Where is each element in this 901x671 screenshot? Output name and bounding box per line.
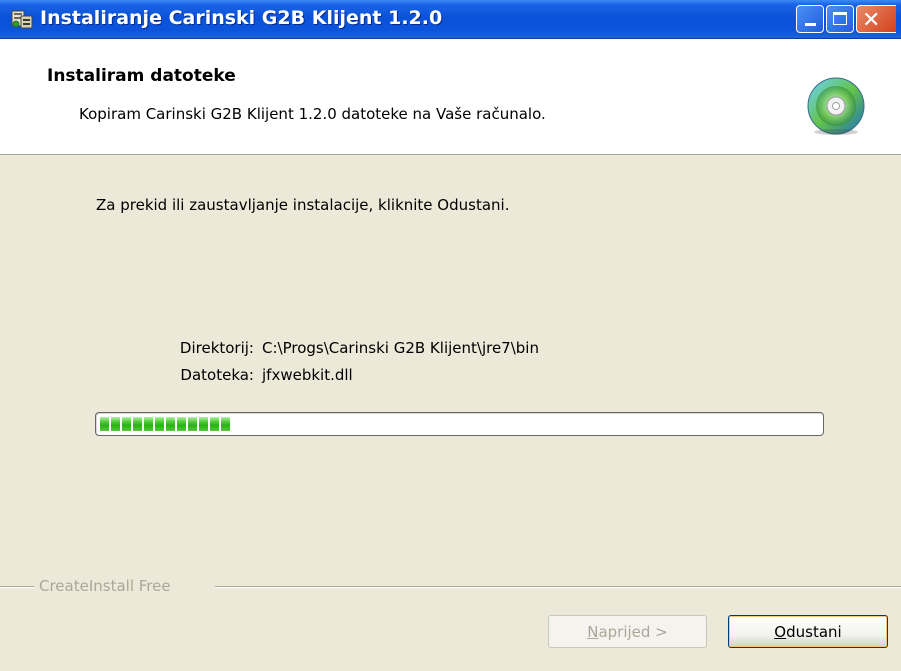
next-button-mnemonic: N: [587, 622, 599, 641]
progress-block: [133, 417, 142, 431]
file-label: Datoteka:: [180, 366, 254, 384]
instruction-text: Za prekid ili zaustavljanje instalacije,…: [96, 196, 510, 214]
progress-block: [122, 417, 131, 431]
brand-label: CreateInstall Free: [36, 577, 174, 595]
window-title: Instaliranje Carinski G2B Klijent 1.2.0: [40, 7, 443, 29]
minimize-icon: [805, 23, 816, 26]
installer-app-icon: [11, 10, 33, 29]
cd-install-icon: [807, 77, 865, 135]
directory-value: C:\Progs\Carinski G2B Klijent\jre7\bin: [262, 339, 539, 357]
progress-block: [221, 417, 230, 431]
cancel-button-label: dustani: [786, 622, 842, 641]
wizard-header: Instaliram datoteke Kopiram Carinski G2B…: [0, 39, 901, 155]
close-button[interactable]: ✕: [856, 5, 896, 33]
file-value: jfxwebkit.dll: [262, 366, 353, 384]
directory-label: Direktorij:: [179, 339, 254, 357]
cancel-button[interactable]: Odustani: [728, 615, 888, 648]
progress-block: [144, 417, 153, 431]
file-row: Datoteka: jfxwebkit.dll: [146, 366, 353, 384]
progress-block: [100, 417, 109, 431]
title-bar[interactable]: Instaliranje Carinski G2B Klijent 1.2.0 …: [0, 0, 901, 39]
page-subtitle: Kopiram Carinski G2B Klijent 1.2.0 datot…: [79, 105, 546, 123]
directory-row: Direktorij: C:\Progs\Carinski G2B Klijent…: [146, 339, 539, 357]
progress-block: [155, 417, 164, 431]
footer-separator-right: [215, 586, 901, 588]
progress-block: [111, 417, 120, 431]
installer-window: Instaliranje Carinski G2B Klijent 1.2.0 …: [0, 0, 901, 671]
progress-block: [177, 417, 186, 431]
maximize-button[interactable]: [826, 5, 854, 33]
progress-block: [188, 417, 197, 431]
maximize-icon: [833, 12, 847, 25]
progress-block: [210, 417, 219, 431]
next-button[interactable]: Naprijed >: [548, 615, 707, 648]
page-title: Instaliram datoteke: [47, 66, 236, 86]
next-button-label: aprijed >: [598, 622, 668, 641]
progress-bar: [95, 412, 824, 436]
close-icon: ✕: [862, 8, 881, 33]
progress-block: [166, 417, 175, 431]
progress-block: [199, 417, 208, 431]
footer-separator-left: [0, 586, 34, 588]
progress-fill: [100, 417, 230, 431]
cancel-button-mnemonic: O: [774, 622, 787, 641]
minimize-button[interactable]: [796, 5, 824, 33]
